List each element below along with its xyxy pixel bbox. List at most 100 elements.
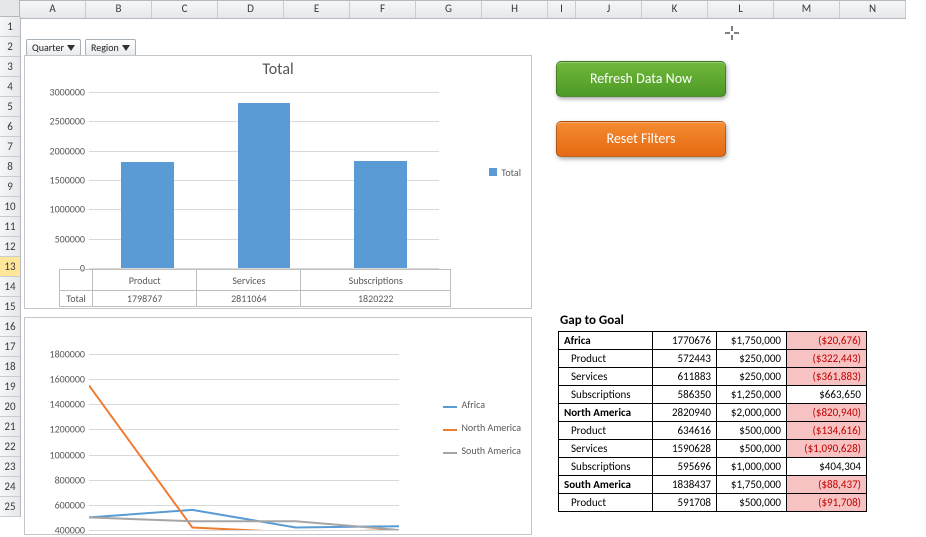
gap-goal: $500,000 [717, 440, 787, 458]
column-header-n[interactable]: N [840, 1, 906, 18]
table-row: Product572443$250,000($322,443) [559, 350, 867, 368]
column-header-e[interactable]: E [284, 1, 350, 18]
line-chart-container[interactable]: 4000006000008000001000000120000014000001… [24, 317, 532, 535]
legend-label-south-america: South America [461, 444, 520, 457]
row-header-4[interactable]: 4 [0, 77, 20, 97]
bar-services [238, 103, 291, 268]
gap-label: Product [559, 422, 653, 440]
gap-goal: $250,000 [717, 368, 787, 386]
gap-actual: 586350 [653, 386, 717, 404]
table-corner [60, 270, 93, 291]
category-header: Product [93, 270, 197, 291]
column-header-m[interactable]: M [774, 1, 840, 18]
bar-subscriptions [354, 161, 407, 268]
row-header-24[interactable]: 24 [0, 477, 20, 497]
column-header-a[interactable]: A [20, 1, 86, 18]
row-header-1[interactable]: 1 [0, 17, 20, 37]
column-header-i[interactable]: I [548, 1, 576, 18]
row-header-9[interactable]: 9 [0, 177, 20, 197]
table-value: 1820222 [301, 291, 451, 307]
column-header-l[interactable]: L [708, 1, 774, 18]
column-header-b[interactable]: B [86, 1, 152, 18]
table-row: Africa1770676$1,750,000($20,676) [559, 332, 867, 350]
column-header-j[interactable]: J [576, 1, 642, 18]
gap-value: $663,650 [787, 386, 867, 404]
select-all-corner[interactable] [0, 0, 20, 17]
category-header: Services [197, 270, 301, 291]
reset-filters-button[interactable]: Reset Filters [556, 121, 726, 157]
gap-value: ($88,437) [787, 476, 867, 494]
row-header-10[interactable]: 10 [0, 197, 20, 217]
row-header-25[interactable]: 25 [0, 497, 20, 517]
row-header-6[interactable]: 6 [0, 117, 20, 137]
region-filter-button[interactable]: Region [85, 39, 136, 56]
row-header-12[interactable]: 12 [0, 237, 20, 257]
reset-filters-label: Reset Filters [606, 130, 675, 147]
gap-to-goal-title: Gap to Goal [560, 313, 624, 328]
row-header-22[interactable]: 22 [0, 437, 20, 457]
table-value: 1798767 [93, 291, 197, 307]
row-header-23[interactable]: 23 [0, 457, 20, 477]
y-tick-label: 2500000 [50, 115, 89, 128]
gap-label: Subscriptions [559, 386, 653, 404]
gap-label: Product [559, 350, 653, 368]
gap-label: Subscriptions [559, 458, 653, 476]
row-header-2[interactable]: 2 [0, 37, 20, 57]
gap-goal: $1,750,000 [717, 476, 787, 494]
row-header-16[interactable]: 16 [0, 317, 20, 337]
y-tick-label: 600000 [55, 498, 89, 511]
column-header-h[interactable]: H [482, 1, 548, 18]
series-line-north-america [89, 385, 399, 530]
gap-value: ($322,443) [787, 350, 867, 368]
row-header-8[interactable]: 8 [0, 157, 20, 177]
gap-value: ($820,940) [787, 404, 867, 422]
table-row: North America2820940$2,000,000($820,940) [559, 404, 867, 422]
table-row: Services1590628$500,000($1,090,628) [559, 440, 867, 458]
bar-chart-container[interactable]: Total 0500000100000015000002000000250000… [24, 55, 532, 309]
gap-label: Product [559, 494, 653, 512]
quarter-filter-button[interactable]: Quarter [26, 39, 81, 56]
cell-cursor-icon [724, 25, 740, 41]
row-header-20[interactable]: 20 [0, 397, 20, 417]
row-header-7[interactable]: 7 [0, 137, 20, 157]
table-row: Subscriptions586350$1,250,000$663,650 [559, 386, 867, 404]
bar-chart-title: Total [25, 60, 531, 79]
legend-label-africa: Africa [461, 398, 485, 411]
gap-goal: $250,000 [717, 350, 787, 368]
row-header-15[interactable]: 15 [0, 297, 20, 317]
gap-to-goal-table: Africa1770676$1,750,000($20,676)Product5… [558, 331, 867, 512]
row-header-21[interactable]: 21 [0, 417, 20, 437]
gap-label: Services [559, 440, 653, 458]
y-tick-label: 1500000 [50, 174, 89, 187]
column-header-d[interactable]: D [218, 1, 284, 18]
sheet-area: Quarter Region Total 0500000100000015000… [20, 17, 926, 535]
row-header-17[interactable]: 17 [0, 337, 20, 357]
column-header-g[interactable]: G [416, 1, 482, 18]
gap-goal: $500,000 [717, 494, 787, 512]
row-header-13[interactable]: 13 [0, 257, 20, 277]
y-tick-label: 800000 [55, 473, 89, 486]
row-header-5[interactable]: 5 [0, 97, 20, 117]
column-header-c[interactable]: C [152, 1, 218, 18]
table-row: Product591708$500,000($91,708) [559, 494, 867, 512]
gap-goal: $1,250,000 [717, 386, 787, 404]
refresh-data-button[interactable]: Refresh Data Now [556, 61, 726, 97]
row-header-3[interactable]: 3 [0, 57, 20, 77]
row-header-19[interactable]: 19 [0, 377, 20, 397]
table-row: Product634616$500,000($134,616) [559, 422, 867, 440]
column-header-f[interactable]: F [350, 1, 416, 18]
row-header-18[interactable]: 18 [0, 357, 20, 377]
category-header: Subscriptions [301, 270, 451, 291]
gap-goal: $500,000 [717, 422, 787, 440]
legend-swatch-total [489, 168, 497, 176]
bar-chart-legend: Total [489, 166, 521, 179]
y-tick-label: 2000000 [50, 144, 89, 157]
column-header-k[interactable]: K [642, 1, 708, 18]
gap-goal: $1,000,000 [717, 458, 787, 476]
bar-product [121, 162, 174, 268]
row-header-14[interactable]: 14 [0, 277, 20, 297]
legend-line-south-america [443, 452, 457, 454]
row-header-11[interactable]: 11 [0, 217, 20, 237]
gap-actual: 595696 [653, 458, 717, 476]
table-value: 2811064 [197, 291, 301, 307]
